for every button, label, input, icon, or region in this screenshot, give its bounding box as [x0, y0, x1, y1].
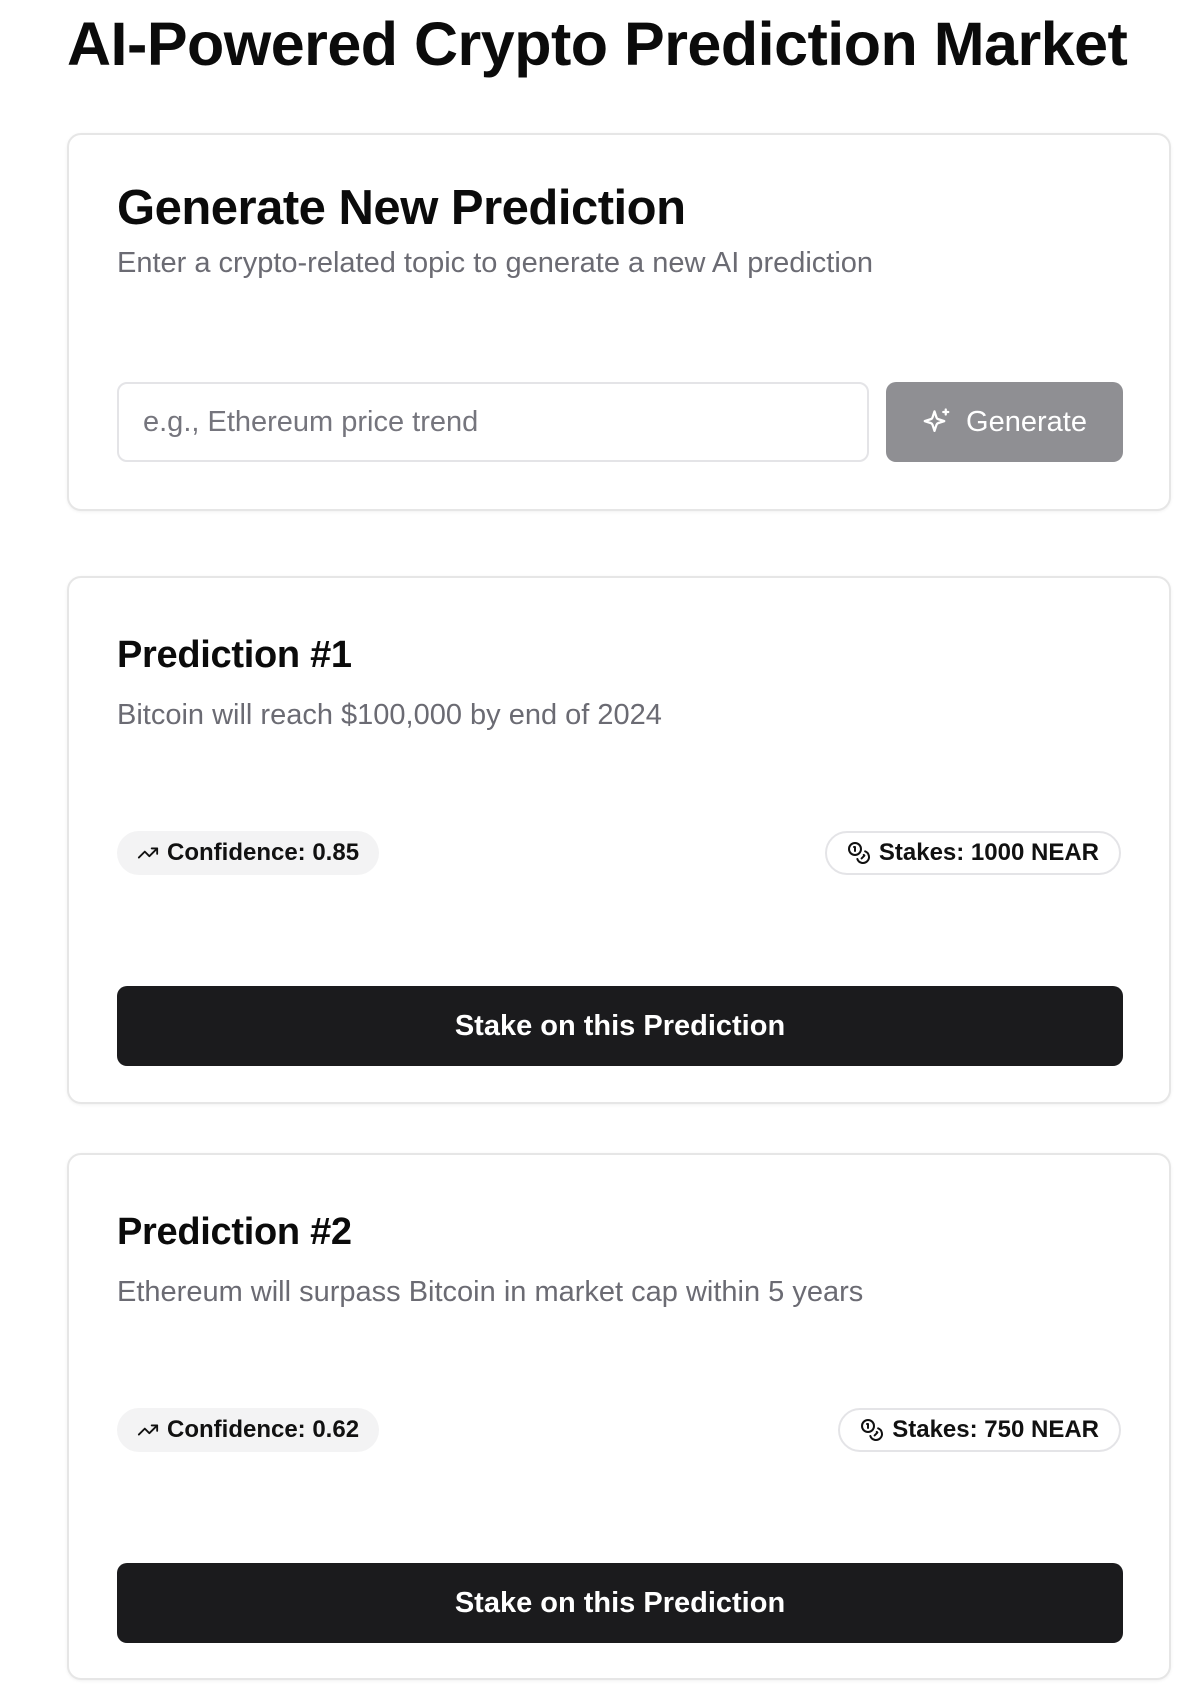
confidence-label: Confidence: 0.62	[167, 1416, 360, 1443]
coins-icon	[860, 1418, 884, 1442]
prediction-text: Ethereum will surpass Bitcoin in market …	[117, 1276, 864, 1308]
generate-prediction-card: Generate New Prediction Enter a crypto-r…	[67, 133, 1171, 511]
stake-button[interactable]: Stake on this Prediction	[117, 1563, 1123, 1643]
topic-input[interactable]	[117, 382, 869, 462]
prediction-text: Bitcoin will reach $100,000 by end of 20…	[117, 699, 662, 731]
generate-button-label: Generate	[966, 405, 1087, 438]
stakes-label: Stakes: 1000 NEAR	[878, 839, 1099, 866]
prediction-card: Prediction #1 Bitcoin will reach $100,00…	[67, 576, 1171, 1104]
stakes-badge: Stakes: 1000 NEAR	[824, 831, 1121, 875]
prediction-title: Prediction #2	[117, 1211, 352, 1253]
sparkles-icon	[922, 407, 952, 437]
trending-up-icon	[137, 842, 159, 864]
confidence-badge: Confidence: 0.85	[117, 831, 380, 875]
confidence-badge: Confidence: 0.62	[117, 1408, 380, 1452]
generate-card-title: Generate New Prediction	[117, 181, 686, 235]
generate-card-description: Enter a crypto-related topic to generate…	[117, 247, 874, 279]
coins-icon	[847, 841, 871, 865]
prediction-title: Prediction #1	[117, 634, 352, 676]
confidence-label: Confidence: 0.85	[167, 839, 360, 866]
generate-button[interactable]: Generate	[886, 382, 1123, 462]
stakes-badge: Stakes: 750 NEAR	[838, 1408, 1121, 1452]
stakes-label: Stakes: 750 NEAR	[892, 1416, 1099, 1443]
trending-up-icon	[137, 1419, 159, 1441]
prediction-card: Prediction #2 Ethereum will surpass Bitc…	[67, 1153, 1171, 1680]
stake-button[interactable]: Stake on this Prediction	[117, 986, 1123, 1066]
page-title: AI-Powered Crypto Prediction Market	[67, 10, 1128, 78]
